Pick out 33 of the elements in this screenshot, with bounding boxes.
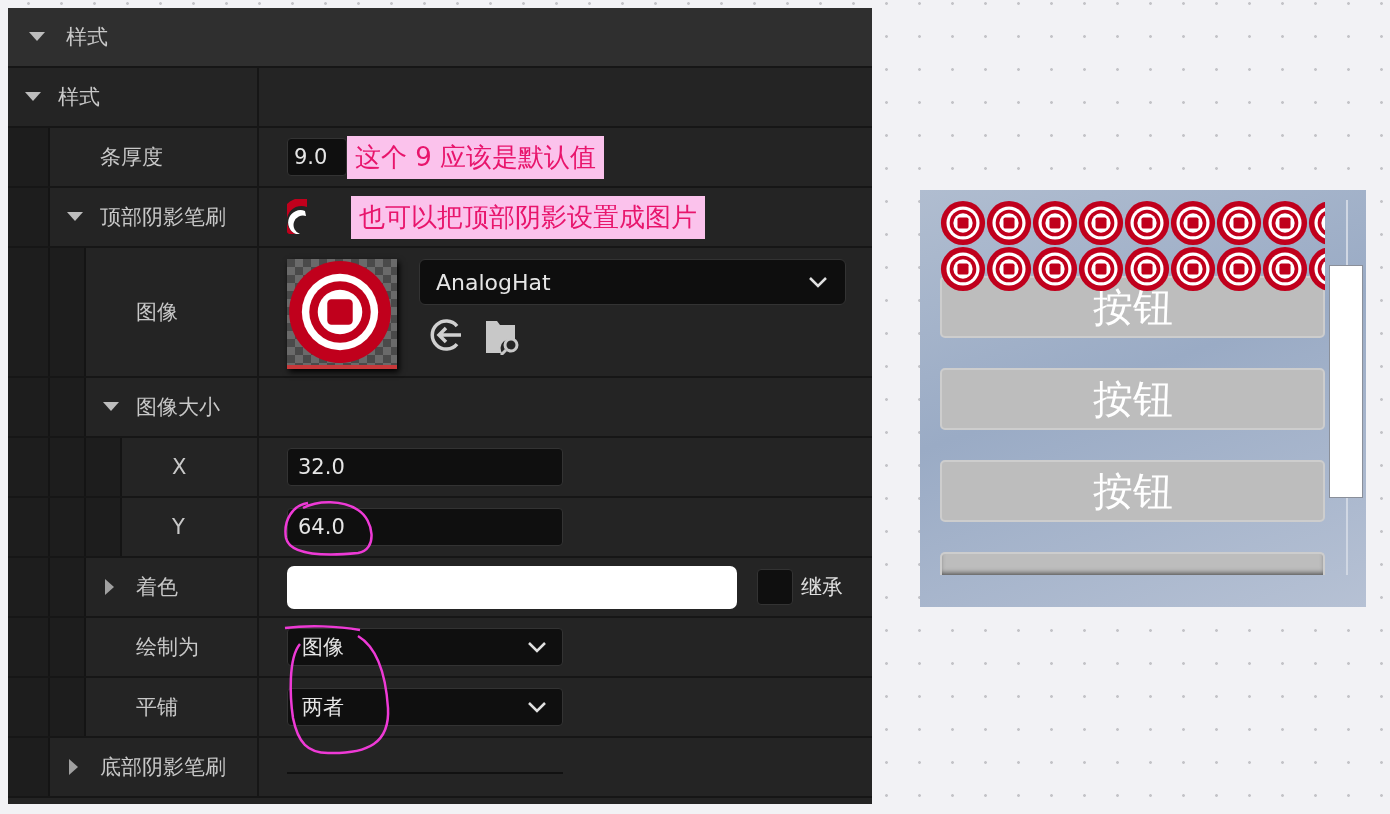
texture-thumbnail[interactable] xyxy=(287,259,397,369)
property-label: Y xyxy=(172,515,185,539)
category-title: 样式 xyxy=(66,24,108,51)
property-label: X xyxy=(172,455,187,479)
property-label: 着色 xyxy=(136,574,178,601)
inherit-label: 继承 xyxy=(801,574,843,601)
dropdown[interactable]: 两者 xyxy=(287,688,563,726)
annotation-note: 也可以把顶部阴影设置成图片 xyxy=(351,195,705,239)
dropdown[interactable]: 图像 xyxy=(287,628,563,666)
property-label: 平铺 xyxy=(136,694,178,721)
brush-preview-icon xyxy=(287,199,309,235)
color-swatch[interactable] xyxy=(287,565,737,609)
number-field[interactable]: 64.0 xyxy=(287,508,563,546)
category-header[interactable]: 样式 xyxy=(8,8,872,68)
property-label: 底部阴影笔刷 xyxy=(100,754,226,781)
property-label: 绘制为 xyxy=(136,634,199,661)
button[interactable] xyxy=(940,552,1325,575)
number-field[interactable]: 9.0 xyxy=(287,138,347,176)
property-label: 条厚度 xyxy=(100,144,163,171)
property-label: 图像 xyxy=(136,299,178,326)
back-arrow-icon[interactable] xyxy=(429,317,463,353)
chevron-down-icon xyxy=(807,274,829,290)
asset-dropdown[interactable]: AnalogHat xyxy=(419,259,846,305)
chevron-down-icon xyxy=(526,639,548,655)
property-label: 样式 xyxy=(58,84,100,111)
property-label: 图像大小 xyxy=(136,394,220,421)
property-label: 顶部阴影笔刷 xyxy=(100,204,226,231)
checkbox[interactable] xyxy=(757,569,793,605)
target-icon xyxy=(287,259,393,365)
scrollbar-thumb[interactable] xyxy=(1329,265,1363,498)
number-field[interactable]: 32.0 xyxy=(287,448,563,486)
chevron-down-icon xyxy=(526,699,548,715)
annotation-note: 这个 9 应该是默认值 xyxy=(347,135,605,179)
